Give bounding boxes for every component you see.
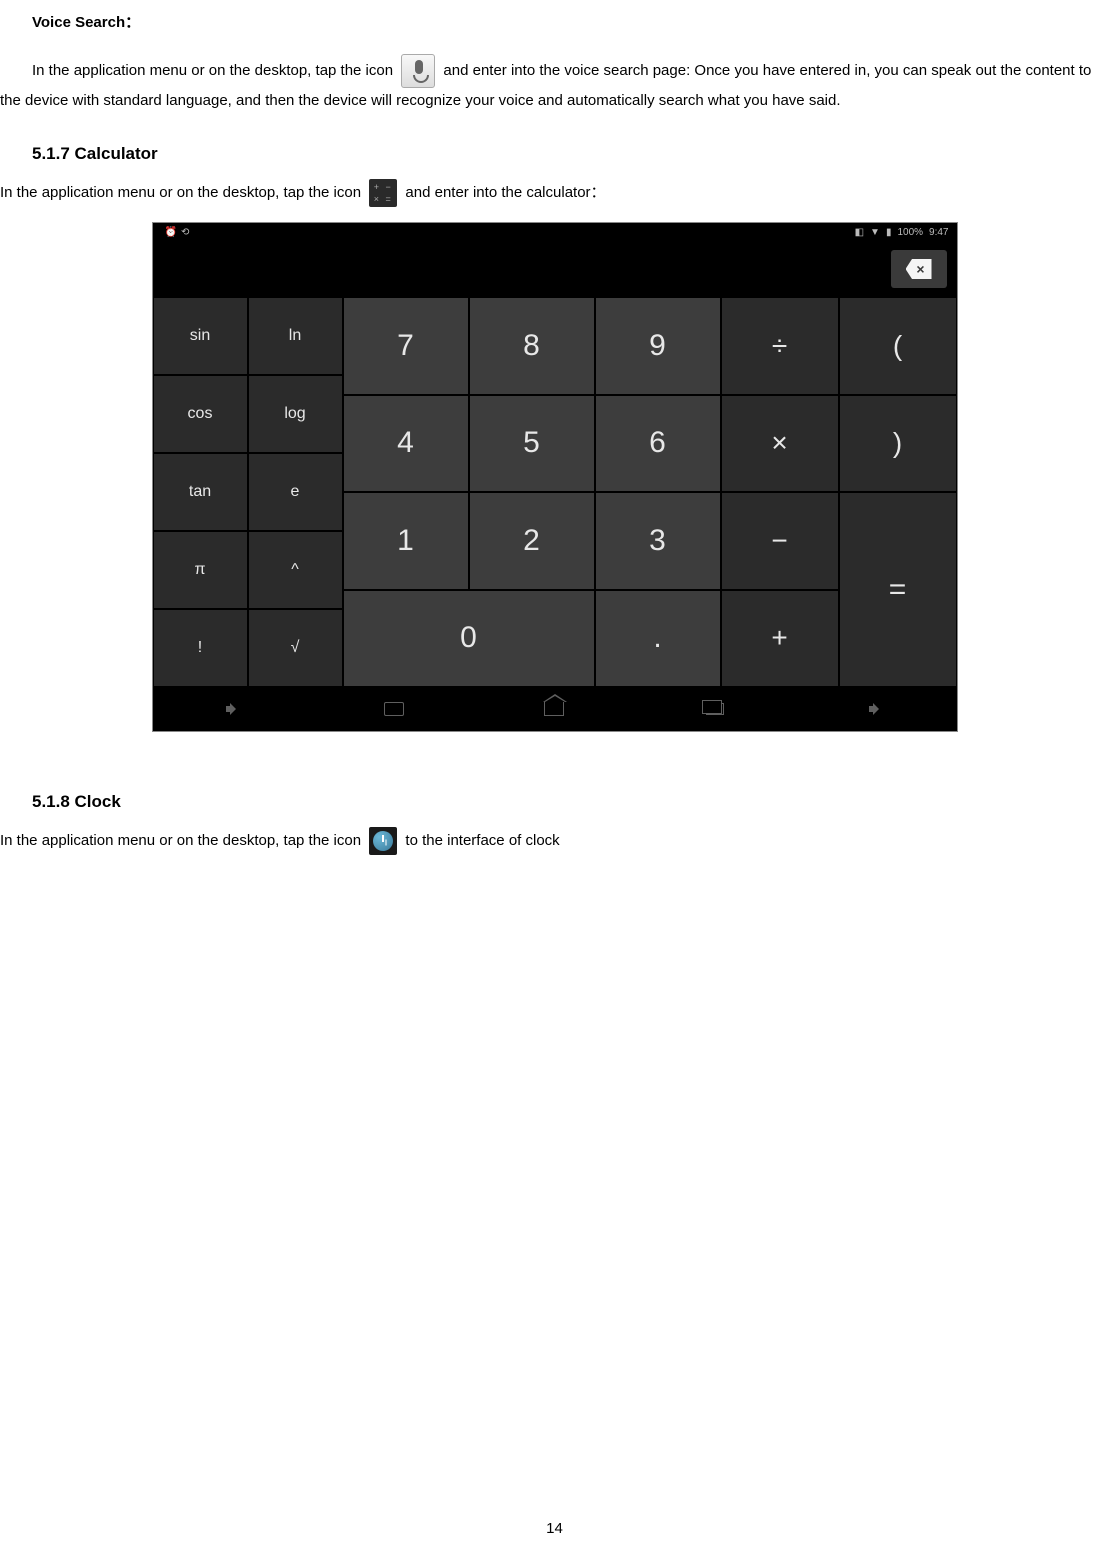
key-plus[interactable]: + [721,590,839,688]
key-3[interactable]: 3 [595,492,721,590]
microphone-icon [401,54,435,88]
key-close-paren[interactable]: ) [839,395,957,493]
backspace-button[interactable] [891,250,947,288]
key-open-paren[interactable]: ( [839,297,957,395]
key-sqrt[interactable]: √ [248,609,343,687]
clock-heading: 5.1.8 Clock [32,792,1109,812]
key-pi[interactable]: π [153,531,248,609]
calculator-icon [369,179,397,207]
calculator-screenshot: ⏰ ⟲ ◧ ▼ ▮ 100% 9:47 sin ln cos log tan e… [152,222,958,732]
key-0[interactable]: 0 [343,590,595,688]
navigation-bar [153,687,957,731]
back-icon[interactable] [383,701,405,717]
key-sin[interactable]: sin [153,297,248,375]
key-7[interactable]: 7 [343,297,469,395]
key-cos[interactable]: cos [153,375,248,453]
voice-search-text-before: In the application menu or on the deskto… [32,62,397,79]
status-time: 9:47 [929,227,948,238]
calculator-keypad: sin ln cos log tan e π ^ ! √ 7 8 9 4 5 6… [153,297,957,687]
key-1[interactable]: 1 [343,492,469,590]
key-divide[interactable]: ÷ [721,297,839,395]
key-log[interactable]: log [248,375,343,453]
alarm-icon: ⏰ [165,227,177,238]
status-bar: ⏰ ⟲ ◧ ▼ ▮ 100% 9:47 [153,223,957,241]
battery-percent: 100% [897,227,923,238]
key-9[interactable]: 9 [595,297,721,395]
clock-icon [369,827,397,855]
calculator-display[interactable] [153,241,957,297]
backspace-icon [906,259,932,279]
key-dot[interactable]: . [595,590,721,688]
key-e[interactable]: e [248,453,343,531]
sync-icon: ⟲ [181,227,189,238]
volume-up-icon[interactable] [865,701,887,717]
battery-icon: ▮ [886,227,892,238]
page-number: 14 [0,1520,1109,1537]
clock-text-after: to the interface of clock [405,832,559,849]
key-multiply[interactable]: × [721,395,839,493]
notification-icon: ◧ [855,227,864,238]
key-equals[interactable]: = [839,492,957,687]
key-6[interactable]: 6 [595,395,721,493]
key-minus[interactable]: − [721,492,839,590]
key-4[interactable]: 4 [343,395,469,493]
volume-down-icon[interactable] [222,701,244,717]
calculator-text-after: and enter into the calculator： [405,184,605,201]
key-power[interactable]: ^ [248,531,343,609]
key-ln[interactable]: ln [248,297,343,375]
key-factorial[interactable]: ! [153,609,248,687]
recent-apps-icon[interactable] [704,701,726,717]
wifi-icon: ▼ [870,227,880,238]
clock-text-before: In the application menu or on the deskto… [0,832,365,849]
calculator-text-before: In the application menu or on the deskto… [0,184,365,201]
home-icon[interactable] [543,701,565,717]
key-5[interactable]: 5 [469,395,595,493]
key-tan[interactable]: tan [153,453,248,531]
key-2[interactable]: 2 [469,492,595,590]
calculator-heading: 5.1.7 Calculator [32,144,1109,164]
key-8[interactable]: 8 [469,297,595,395]
voice-search-heading: Voice Search： [32,14,140,31]
